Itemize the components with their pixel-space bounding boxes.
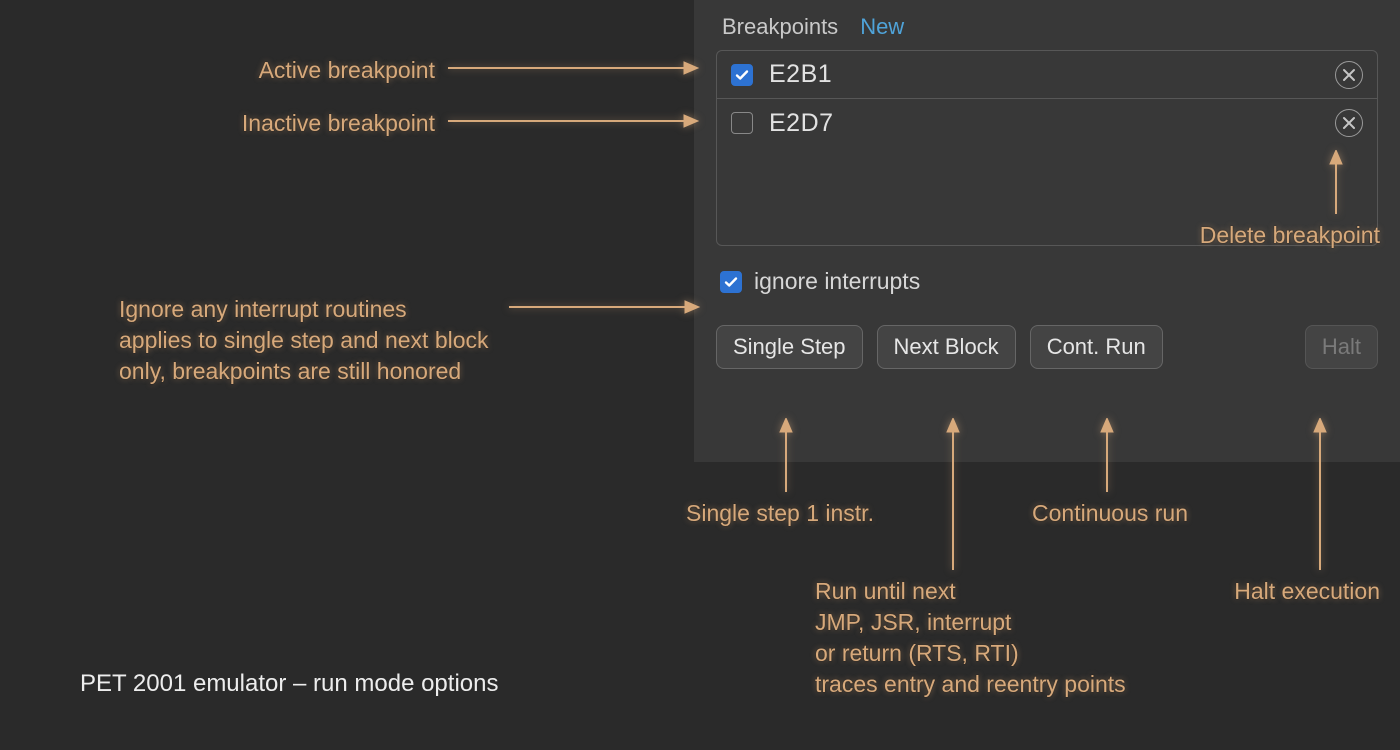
run-controls: Single Step Next Block Cont. Run Halt [716,325,1378,369]
close-icon [1342,116,1356,130]
breakpoint-enable-checkbox[interactable] [731,112,753,134]
annotation-halt: Halt execution [1190,576,1380,607]
ignore-interrupts-checkbox[interactable] [720,271,742,293]
breakpoint-enable-checkbox[interactable] [731,64,753,86]
close-icon [1342,68,1356,82]
delete-breakpoint-button[interactable] [1335,109,1363,137]
new-breakpoint-link[interactable]: New [860,14,904,40]
arrow-icon [1310,418,1330,576]
arrow-icon [776,418,796,498]
cont-run-button[interactable]: Cont. Run [1030,325,1163,369]
next-block-button[interactable]: Next Block [877,325,1016,369]
halt-button[interactable]: Halt [1305,325,1378,369]
figure-caption: PET 2001 emulator – run mode options [80,670,498,698]
arrow-icon [943,418,963,576]
ignore-interrupts-label: ignore interrupts [754,268,920,295]
arrow-icon [501,297,701,317]
breakpoint-address: E2B1 [769,60,1319,89]
annotation-cont-run: Continuous run [1010,498,1210,529]
annotation-inactive-breakpoint: Inactive breakpoint [165,108,435,139]
tab-breakpoints[interactable]: Breakpoints [722,14,838,40]
checkmark-icon [723,274,739,290]
arrow-icon [440,111,700,131]
annotation-delete-breakpoint: Delete breakpoint [1120,220,1380,251]
breakpoints-header: Breakpoints New [716,14,1378,40]
arrow-icon [440,58,700,78]
breakpoint-row: E2B1 [717,51,1377,99]
breakpoint-list: E2B1 E2D7 [716,50,1378,246]
single-step-button[interactable]: Single Step [716,325,863,369]
annotation-next-block: Run until next JMP, JSR, interrupt or re… [815,576,1155,700]
breakpoint-address: E2D7 [769,109,1319,138]
annotation-active-breakpoint: Active breakpoint [165,55,435,86]
arrow-icon [1097,418,1117,498]
annotation-single-step: Single step 1 instr. [655,498,905,529]
ignore-interrupts-row: ignore interrupts [716,268,1378,295]
delete-breakpoint-button[interactable] [1335,61,1363,89]
arrow-icon [1326,150,1346,220]
checkmark-icon [734,67,750,83]
breakpoint-row: E2D7 [717,99,1377,147]
